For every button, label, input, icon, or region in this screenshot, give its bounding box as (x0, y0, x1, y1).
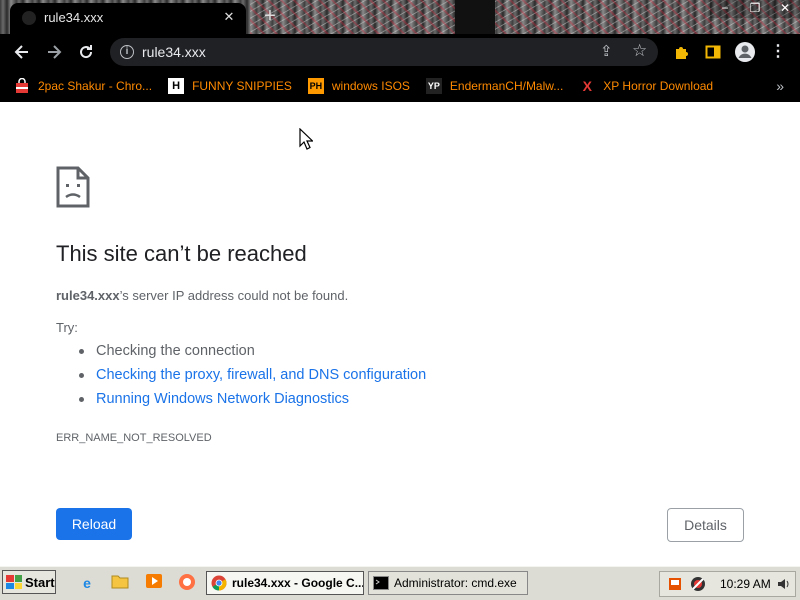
address-url[interactable]: rule34.xxx (142, 44, 206, 60)
bookmark-item[interactable]: X XP Horror Download (579, 74, 714, 98)
tab-active[interactable]: rule34.xxx ✕ (10, 3, 246, 34)
suggestion-check-proxy-link[interactable]: Checking the proxy, firewall, and DNS co… (76, 365, 426, 389)
x-icon: X (582, 78, 592, 94)
folder-icon[interactable] (110, 573, 130, 593)
bookmark-item[interactable]: YP EndermanCH/Malw... (425, 74, 564, 98)
bookmarks-bar: 2pac Shakur - Chro... H FUNNY SNIPPIES P… (0, 70, 800, 102)
suggestion-network-diagnostics-link[interactable]: Running Windows Network Diagnostics (76, 389, 426, 413)
error-host: rule34.xxx (56, 288, 120, 303)
suggestion-check-connection: Checking the connection (76, 341, 426, 365)
tray-speaker-icon[interactable] (776, 576, 792, 597)
error-code: ERR_NAME_NOT_RESOLVED (56, 432, 212, 444)
media-player-icon[interactable] (144, 573, 164, 593)
suggestions-list: Checking the connection Checking the pro… (76, 341, 426, 413)
bookmark-item[interactable]: 2pac Shakur - Chro... (14, 74, 152, 98)
forward-arrow-icon (48, 45, 62, 59)
extensions-puzzle-icon[interactable] (670, 40, 694, 64)
profile-avatar-icon[interactable] (733, 40, 757, 64)
window-controls: − ❐ ✕ (710, 0, 800, 18)
taskbar: Start e rule34.xxx - Google C... Adminis… (0, 566, 800, 600)
theme-background-dark (455, 0, 495, 34)
tab-favicon-icon (22, 11, 36, 25)
new-tab-button[interactable]: + (258, 4, 282, 28)
sad-document-icon (56, 166, 90, 208)
error-page: This site can’t be reached rule34.xxx’s … (0, 102, 800, 566)
try-label: Try: (56, 320, 78, 335)
bookmark-label: windows ISOS (331, 79, 410, 93)
back-arrow-icon (14, 45, 28, 59)
reload-button[interactable]: Reload (56, 508, 132, 540)
error-description-text: ’s server IP address could not be found. (119, 288, 349, 303)
clock[interactable]: 10:29 AM (720, 577, 771, 591)
details-button[interactable]: Details (667, 508, 744, 542)
bookmark-star-icon[interactable]: ☆ (632, 41, 647, 61)
bookmark-item[interactable]: H FUNNY SNIPPIES (168, 74, 292, 98)
bookmark-label: FUNNY SNIPPIES (192, 79, 292, 93)
error-headline: This site can’t be reached (56, 241, 307, 266)
share-icon[interactable]: ⇪ (600, 42, 613, 60)
bookmark-item[interactable]: PH windows ISOS (307, 74, 410, 98)
system-tray: 10:29 AM (659, 571, 796, 597)
forward-button[interactable] (42, 40, 66, 64)
tab-title: rule34.xxx (44, 10, 104, 25)
taskbar-window-cmd[interactable]: Administrator: cmd.exe (368, 571, 528, 595)
bookmark-label: EndermanCH/Malw... (449, 79, 564, 93)
tab-strip: rule34.xxx ✕ + − ❐ ✕ (0, 0, 800, 34)
cmd-icon (373, 576, 389, 590)
bookmark-label: 2pac Shakur - Chro... (38, 79, 153, 93)
site-info-icon[interactable]: i (120, 45, 134, 59)
bookmarks-overflow-icon[interactable]: » (776, 78, 784, 94)
restore-button[interactable]: ❐ (740, 0, 770, 18)
start-label: Start (25, 574, 55, 590)
taskbar-window-chrome[interactable]: rule34.xxx - Google C... (206, 571, 364, 595)
minimize-button[interactable]: − (710, 0, 740, 18)
start-button[interactable]: Start (2, 570, 56, 594)
reload-toolbar-button[interactable] (74, 40, 98, 64)
reload-icon (80, 45, 93, 59)
address-bar[interactable]: i rule34.xxx ⇪ ☆ (110, 38, 658, 66)
chrome-icon (211, 575, 227, 591)
taskbar-window-label: rule34.xxx - Google C... (232, 576, 364, 590)
back-button[interactable] (10, 40, 34, 64)
quicklaunch-app-icon[interactable] (177, 573, 197, 593)
side-panel-icon[interactable] (701, 40, 725, 64)
shopping-bag-icon (14, 77, 30, 94)
bookmark-label: XP Horror Download (603, 79, 714, 93)
tray-app-icon[interactable] (668, 577, 682, 596)
internet-explorer-icon[interactable]: e (77, 573, 97, 593)
error-description: rule34.xxx’s server IP address could not… (56, 288, 348, 303)
tray-security-icon[interactable] (690, 576, 706, 597)
yp-icon: YP (425, 78, 442, 94)
letter-h-icon: H (168, 78, 185, 94)
taskbar-window-label: Administrator: cmd.exe (394, 576, 517, 590)
ph-icon: PH (307, 78, 324, 94)
mouse-cursor-icon (299, 128, 313, 150)
browser-toolbar: i rule34.xxx ⇪ ☆ ⋮ (0, 34, 800, 70)
close-window-button[interactable]: ✕ (770, 0, 800, 18)
windows-flag-icon (6, 575, 22, 589)
menu-kebab-icon[interactable]: ⋮ (766, 40, 790, 64)
tab-close-icon[interactable]: ✕ (220, 8, 238, 26)
